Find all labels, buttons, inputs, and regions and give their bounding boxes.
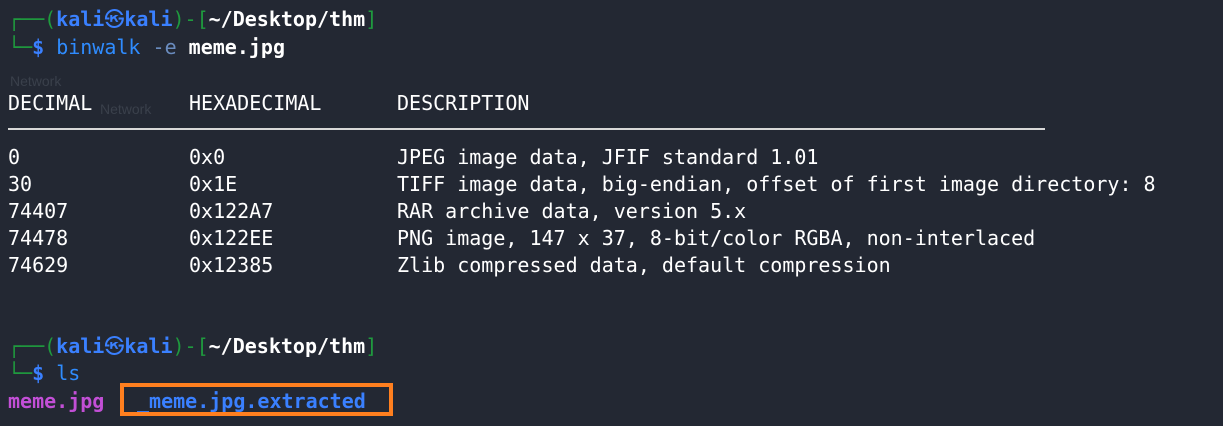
prompt-mid: )-[: [172, 334, 209, 358]
command-file-arg: meme.jpg: [188, 35, 285, 59]
prompt-user: kali: [56, 334, 105, 358]
cell-decimal: 74478: [8, 226, 69, 250]
prompt-dollar: $: [32, 35, 45, 59]
command-binwalk: binwalk: [56, 35, 141, 59]
cell-decimal: 74629: [8, 253, 69, 277]
prompt-path: ~/Desktop/thm: [208, 334, 366, 358]
prompt-host-separator: ㉿: [104, 7, 125, 31]
ghost-network-label-2: Network: [100, 101, 152, 117]
cell-description: JPEG image data, JFIF standard 1.01: [397, 145, 819, 169]
ghost-network-label-1: Network: [10, 73, 62, 89]
prompt-mid: )-[: [172, 7, 209, 31]
cell-decimal: 30: [8, 172, 33, 196]
cell-description: Zlib compressed data, default compressio…: [397, 253, 891, 277]
prompt-end: ]: [365, 7, 378, 31]
cell-decimal: 74407: [8, 199, 69, 223]
table-divider: [8, 128, 1045, 130]
header-decimal: DECIMAL: [8, 91, 93, 115]
command-flag: -e: [152, 35, 177, 59]
cell-decimal: 0: [8, 145, 21, 169]
prompt-path: ~/Desktop/thm: [208, 7, 366, 31]
header-hexadecimal: HEXADECIMAL: [189, 91, 322, 115]
ls-file-meme-jpg[interactable]: meme.jpg: [8, 389, 104, 413]
ls-output-line: meme.jpg: [8, 388, 104, 415]
prompt-box-top: ┌──(: [8, 7, 57, 31]
command-ls: ls: [56, 361, 81, 385]
header-description: DESCRIPTION: [397, 91, 530, 115]
prompt-1-header: ┌──(kali㉿kali)-[~/Desktop/thm]: [8, 6, 377, 33]
prompt-1-command-line: └─$ binwalk -e meme.jpg: [8, 34, 285, 61]
cell-hex: 0x122A7: [189, 199, 274, 223]
cell-description: TIFF image data, big-endian, offset of f…: [397, 172, 1156, 196]
cell-hex: 0x1E: [189, 172, 238, 196]
prompt-box-bottom: └─: [8, 35, 33, 59]
prompt-host-separator: ㉿: [104, 334, 125, 358]
prompt-dollar: $: [32, 361, 45, 385]
highlight-box: [120, 383, 393, 416]
prompt-box-bottom: └─: [8, 361, 33, 385]
cell-description: PNG image, 147 x 37, 8-bit/color RGBA, n…: [397, 226, 1036, 250]
prompt-box-top: ┌──(: [8, 334, 57, 358]
prompt-2-header: ┌──(kali㉿kali)-[~/Desktop/thm]: [8, 333, 377, 360]
cell-hex: 0x122EE: [189, 226, 274, 250]
cell-hex: 0x12385: [189, 253, 274, 277]
prompt-host: kali: [124, 7, 173, 31]
prompt-2-command-line: └─$ ls: [8, 360, 80, 387]
prompt-user: kali: [56, 7, 105, 31]
prompt-host: kali: [124, 334, 173, 358]
cell-description: RAR archive data, version 5.x: [397, 199, 747, 223]
prompt-end: ]: [365, 334, 378, 358]
cell-hex: 0x0: [189, 145, 226, 169]
